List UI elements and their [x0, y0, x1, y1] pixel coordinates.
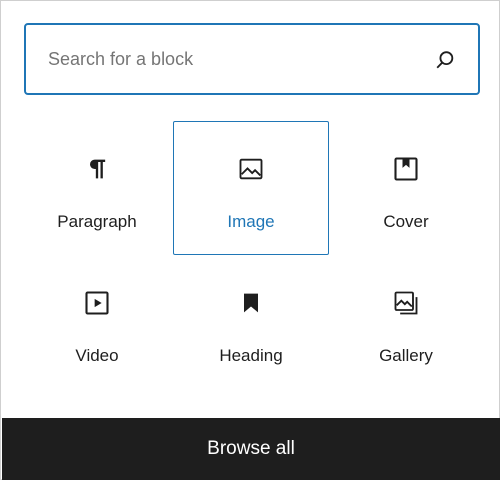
block-label: Gallery — [379, 346, 433, 365]
block-image[interactable]: Image — [173, 121, 329, 255]
paragraph-icon — [90, 159, 106, 179]
block-gallery[interactable]: Gallery — [328, 255, 484, 389]
cover-icon — [394, 157, 418, 181]
block-inserter-panel: Paragraph Image Cover Video — [0, 0, 500, 480]
block-label: Cover — [383, 212, 429, 231]
block-label: Paragraph — [57, 212, 137, 231]
block-video[interactable]: Video — [19, 255, 175, 389]
search-box[interactable] — [24, 23, 480, 95]
video-icon — [85, 291, 109, 315]
gallery-icon — [394, 291, 418, 315]
browse-all-button[interactable]: Browse all — [2, 418, 500, 480]
block-label: Heading — [219, 346, 283, 365]
block-label: Video — [75, 346, 119, 365]
block-heading[interactable]: Heading — [173, 255, 329, 389]
block-label: Image — [227, 212, 275, 231]
image-icon — [239, 158, 263, 180]
block-cover[interactable]: Cover — [328, 121, 484, 255]
heading-icon — [244, 293, 258, 313]
search-input[interactable] — [48, 25, 428, 93]
search-icon[interactable] — [434, 49, 456, 71]
block-paragraph[interactable]: Paragraph — [19, 121, 175, 255]
